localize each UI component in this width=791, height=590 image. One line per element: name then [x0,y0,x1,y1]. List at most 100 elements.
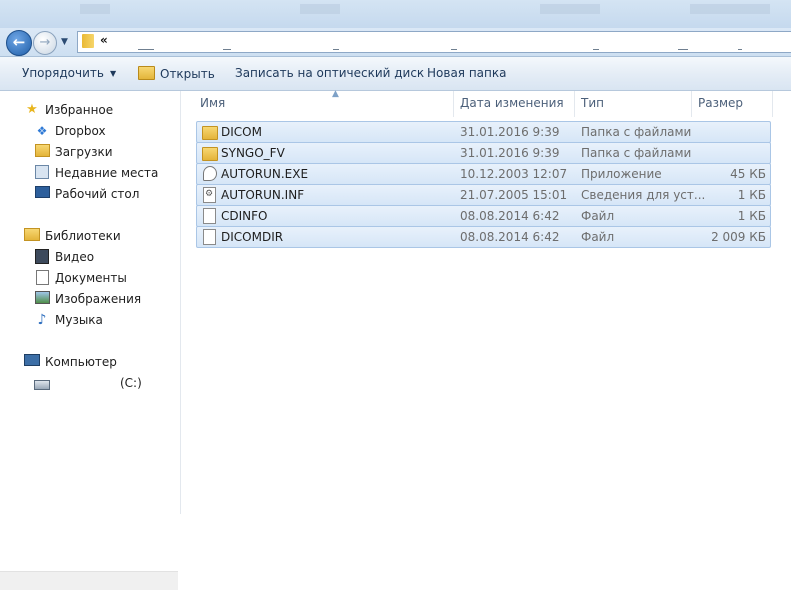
file-name: AUTORUN.INF [221,188,305,202]
new-folder-button[interactable]: Новая папка [427,66,506,80]
file-date: 08.08.2014 6:42 [460,209,560,223]
file-name: CDINFO [221,209,268,223]
nav-item-label: Музыка [55,313,103,327]
column-header-type-label: Тип [581,96,604,110]
file-date: 08.08.2014 6:42 [460,230,560,244]
address-breadcrumb-segment [451,49,457,50]
file-name: AUTORUN.EXE [221,167,309,181]
address-breadcrumb-segment [593,49,599,50]
file-list-pane: Имя ▲ Дата изменения Тип Размер DICOM 31… [181,89,791,514]
file-name: DICOM [221,125,262,139]
libraries-icon [24,228,40,244]
address-breadcrumb-segment [333,49,339,50]
folder-icon [82,34,94,48]
nav-item-label: Изображения [55,292,142,306]
nav-horizontal-scrollbar[interactable] [0,571,178,590]
downloads-folder-icon [34,144,50,160]
file-icon [202,229,216,245]
file-name: SYNGO_FV [221,146,285,160]
command-toolbar: Упорядочить ▼ Открыть Записать на оптичес… [0,57,791,91]
address-path[interactable]: « [100,33,108,47]
file-icon [202,208,216,224]
drive-icon [34,375,50,391]
file-type: Приложение [581,167,662,181]
burn-to-disc-button[interactable]: Записать на оптический диск [235,66,424,80]
folder-icon [202,124,218,140]
music-icon: ♪ [37,312,47,328]
nav-item-label: Рабочий стол [55,187,140,201]
address-bar: ← → ▼ « [0,28,791,57]
desktop-icon [34,186,50,202]
recent-pages-chevron-icon[interactable]: ▼ [61,37,68,47]
nav-item-label: Dropbox [55,124,106,138]
column-header-date-label: Дата изменения [460,96,564,110]
file-row[interactable]: DICOMDIR 08.08.2014 6:42 Файл 2 009 КБ [196,226,771,248]
file-size: 1 КБ [737,209,766,223]
nav-favorites-label: Избранное [45,103,114,117]
video-icon [34,249,50,265]
blurred-region [80,4,110,14]
file-row[interactable]: CDINFO 08.08.2014 6:42 Файл 1 КБ [196,205,771,227]
blurred-region [540,4,600,14]
blurred-region [300,4,340,14]
organize-label: Упорядочить [22,66,104,80]
recent-places-icon [34,165,50,181]
window-title-bar [0,0,791,29]
file-size: 2 009 КБ [711,230,766,244]
nav-item-label: Недавние места [55,166,159,180]
nav-computer-label: Компьютер [45,355,117,369]
address-breadcrumb-segment [138,49,154,50]
file-row[interactable]: AUTORUN.INF 21.07.2005 15:01 Сведения дл… [196,184,771,206]
address-field[interactable]: « [77,31,791,53]
file-type: Папка с файлами [581,146,692,160]
sort-ascending-icon: ▲ [332,89,339,99]
burn-label: Записать на оптический диск [235,66,425,80]
pictures-icon [34,291,50,307]
nav-item-label: Документы [55,271,127,285]
column-header-size[interactable]: Размер [692,91,773,117]
file-size: 45 КБ [730,167,766,181]
open-folder-icon [138,66,155,80]
column-header-name-label: Имя [200,96,226,110]
back-button[interactable]: ← [6,30,32,56]
file-type: Папка с файлами [581,125,692,139]
address-breadcrumb-segment [738,49,742,50]
file-row[interactable]: AUTORUN.EXE 10.12.2003 12:07 Приложение … [196,163,771,185]
nav-libraries-label: Библиотеки [45,229,121,243]
address-breadcrumb-segment [678,49,688,50]
nav-item-label: Видео [55,250,95,264]
open-label: Открыть [160,67,215,81]
settings-file-icon [202,187,216,203]
documents-icon [34,270,50,286]
address-breadcrumb-segment [223,49,231,50]
forward-button[interactable]: → [33,31,57,55]
nav-item-label: (C:) [120,376,142,390]
column-header-size-label: Размер [698,96,744,110]
file-date: 31.01.2016 9:39 [460,146,560,160]
folder-icon [202,145,218,161]
file-type: Сведения для уст... [581,188,706,202]
computer-icon [24,354,40,370]
file-date: 10.12.2003 12:07 [460,167,568,181]
column-header-type[interactable]: Тип [575,91,692,117]
file-date: 21.07.2005 15:01 [460,188,568,202]
file-type: Файл [581,230,615,244]
column-header-date[interactable]: Дата изменения [454,91,575,117]
new-folder-label: Новая папка [427,66,507,80]
file-name: DICOMDIR [221,230,284,244]
star-icon: ★ [26,102,38,117]
exe-icon [202,166,217,181]
file-date: 31.01.2016 9:39 [460,125,560,139]
navigation-pane: ★ Избранное ❖ Dropbox Загрузки Недавние … [0,91,181,590]
dropbox-icon: ❖ [36,124,48,138]
nav-item-label: Загрузки [55,145,113,159]
organize-button[interactable]: Упорядочить ▼ [22,66,116,80]
blurred-region [690,4,770,14]
file-type: Файл [581,209,615,223]
file-row[interactable]: SYNGO_FV 31.01.2016 9:39 Папка с файлами [196,142,771,164]
dropdown-arrow-icon: ▼ [109,69,117,78]
file-row[interactable]: DICOM 31.01.2016 9:39 Папка с файлами [196,121,771,143]
open-button[interactable]: Открыть [138,66,215,81]
file-size: 1 КБ [737,188,766,202]
column-header-name[interactable]: Имя ▲ [194,89,454,117]
